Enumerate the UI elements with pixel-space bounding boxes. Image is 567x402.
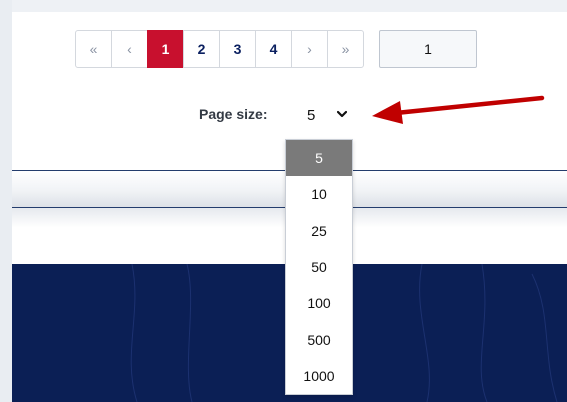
option-500[interactable]: 500 [286, 321, 352, 357]
next-page-button[interactable]: › [291, 30, 328, 68]
last-page-button[interactable]: » [327, 30, 364, 68]
arrow-left-icon [372, 95, 545, 124]
option-10[interactable]: 10 [286, 176, 352, 212]
pagination-control: « ‹ 1 2 3 4 › » [75, 30, 364, 68]
option-5[interactable]: 5 [286, 140, 352, 177]
page-size-options: 5 10 25 50 100 500 1000 [285, 139, 353, 396]
page-button-1[interactable]: 1 [147, 30, 184, 68]
page-button-2[interactable]: 2 [183, 30, 220, 68]
page-button-4[interactable]: 4 [255, 30, 292, 68]
page-size-label: Page size: [199, 106, 268, 122]
left-border [0, 0, 12, 402]
previous-page-button[interactable]: ‹ [111, 30, 148, 68]
first-page-button[interactable]: « [75, 30, 112, 68]
page-size-select[interactable]: 5 [285, 96, 353, 134]
option-100[interactable]: 100 [286, 285, 352, 321]
option-1000[interactable]: 1000 [286, 358, 352, 394]
page-button-3[interactable]: 3 [219, 30, 256, 68]
option-50[interactable]: 50 [286, 249, 352, 285]
option-25[interactable]: 25 [286, 213, 352, 249]
chevron-down-icon [337, 110, 347, 118]
top-border [0, 0, 567, 12]
page-size-value: 5 [307, 106, 316, 124]
goto-page-input[interactable] [379, 30, 477, 68]
